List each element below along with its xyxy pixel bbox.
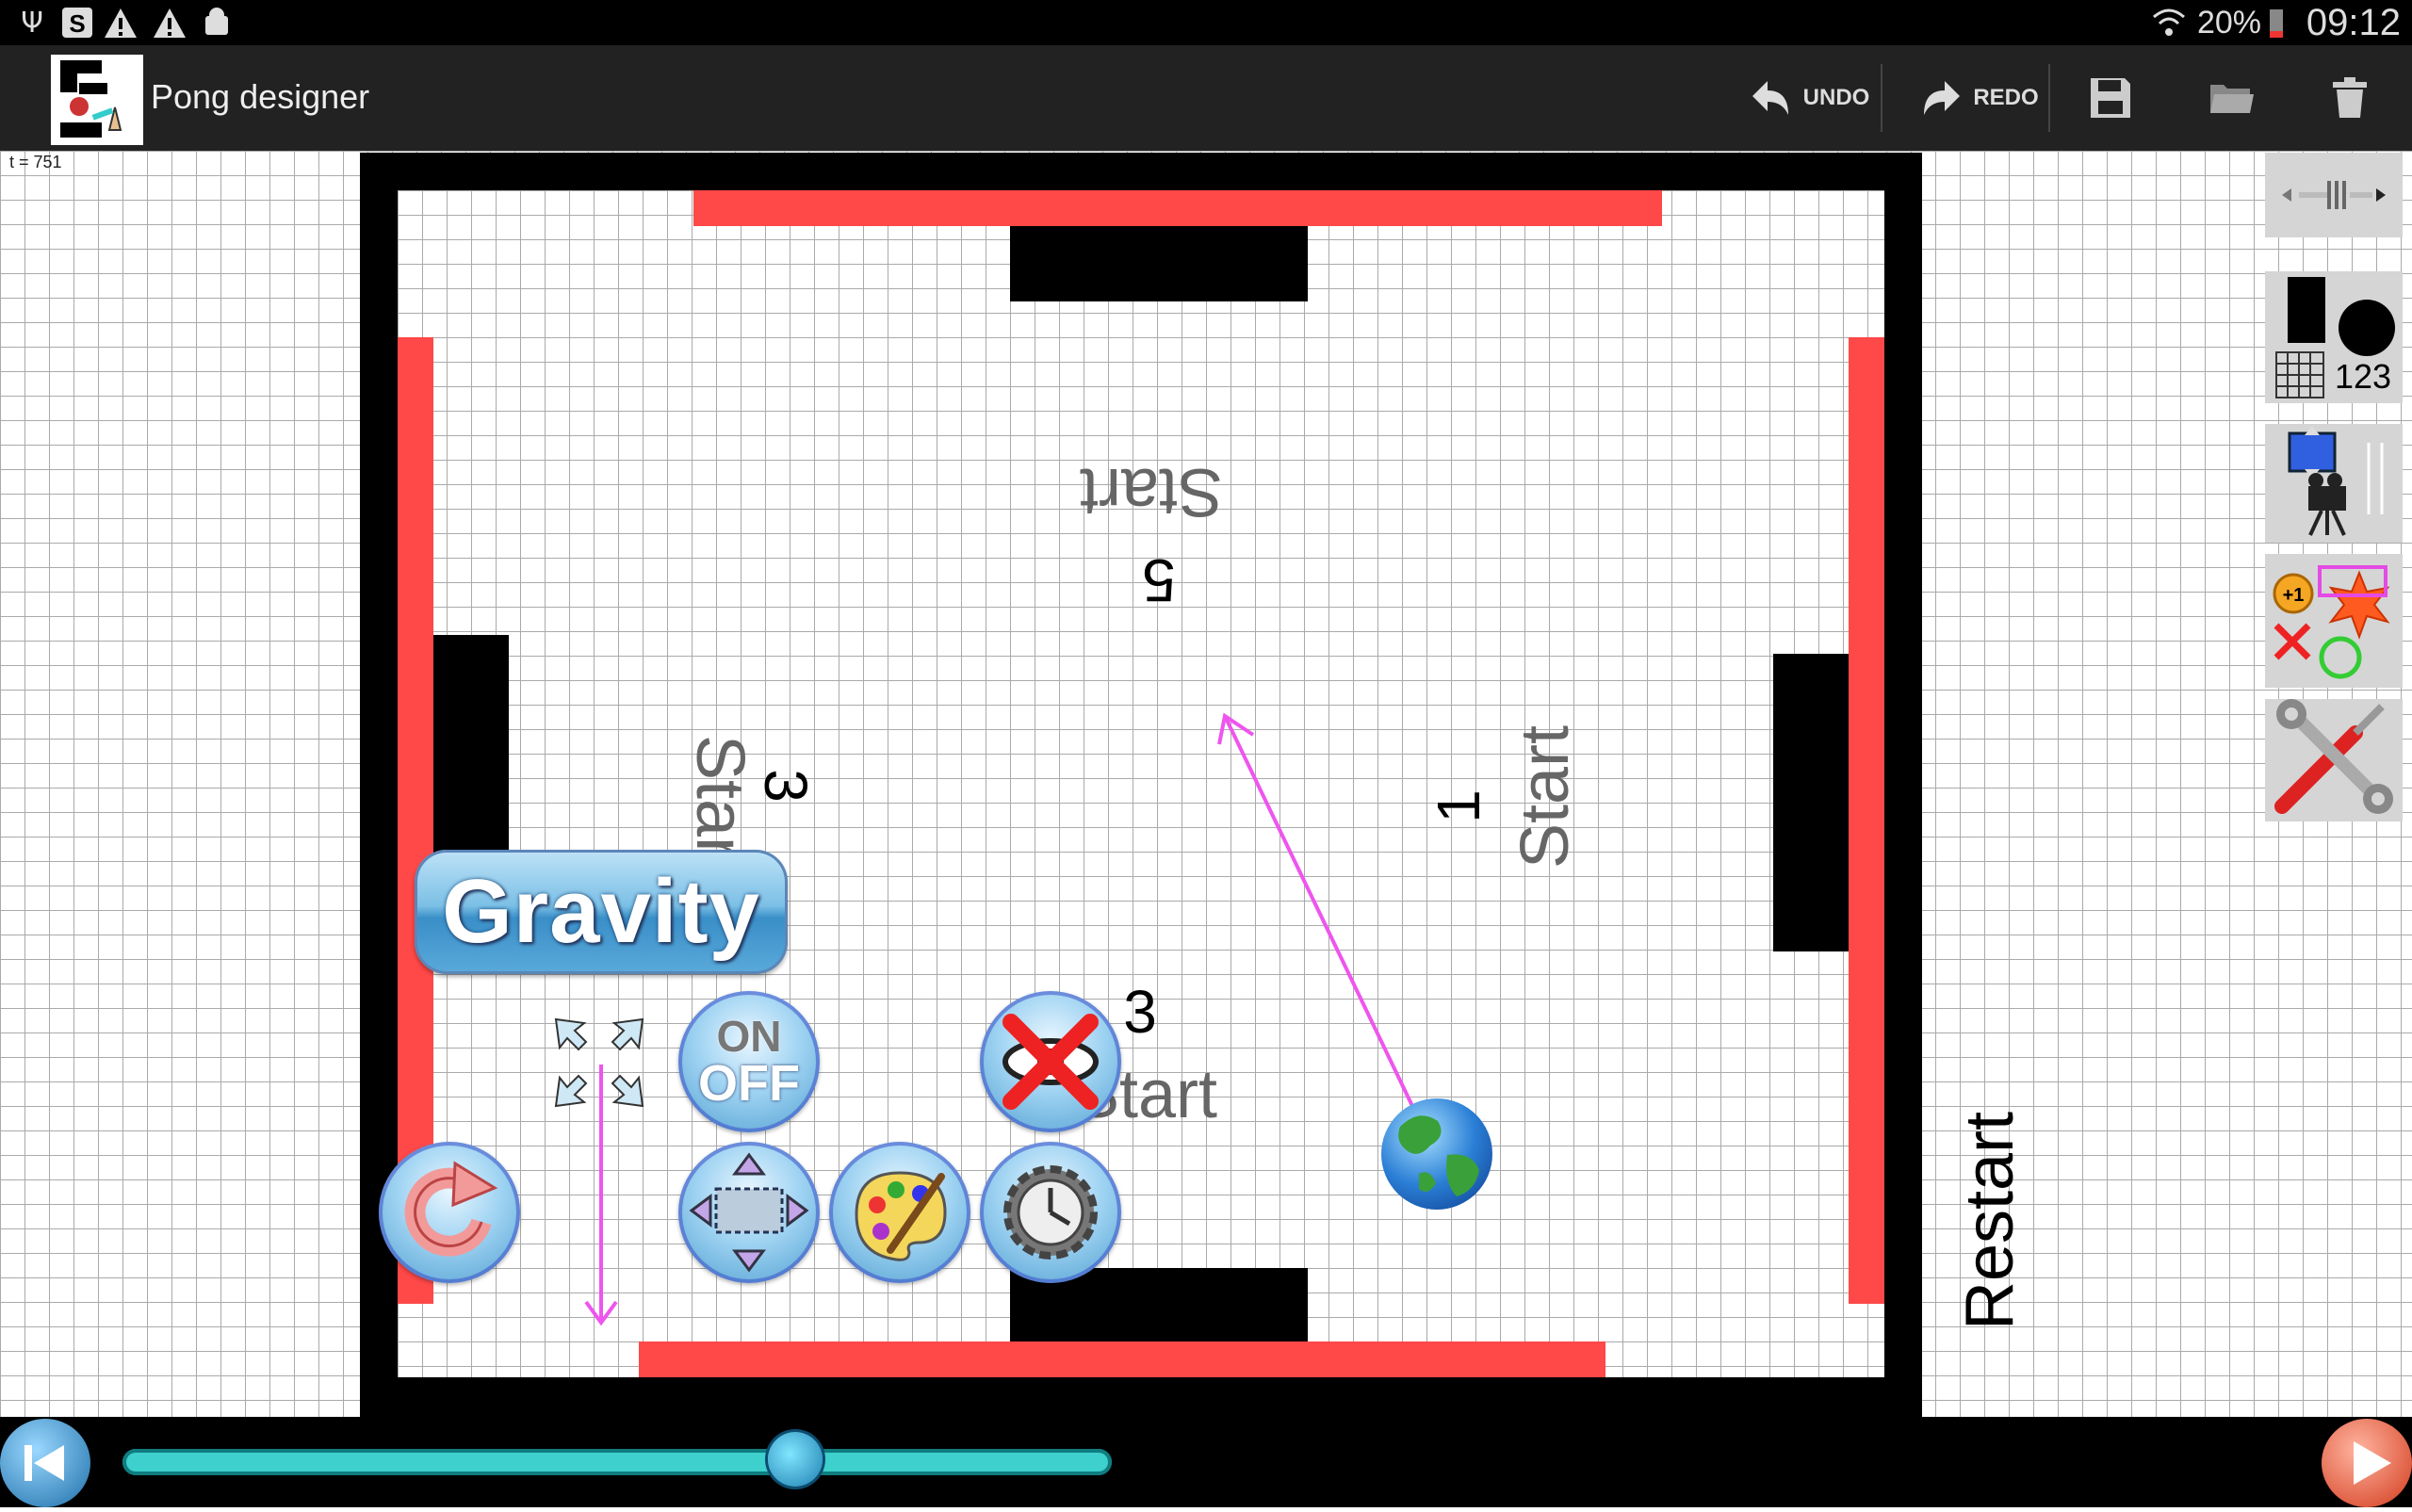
timeline-track[interactable] (122, 1449, 1112, 1475)
board-text-layer: Start 5 Start 3 Start 1 Start 3 Restart (584, 454, 2028, 1330)
rewind-button[interactable] (0, 1419, 90, 1507)
hide-eye-icon (1002, 1014, 1099, 1110)
score-right: 1 (1425, 789, 1492, 823)
shapes-number-label: 123 (2335, 357, 2391, 396)
play-icon (2354, 1441, 2391, 1485)
on-off-toggle[interactable]: ON OFF (678, 991, 820, 1132)
rules-tool[interactable]: +1 (2265, 554, 2403, 688)
camera-move-tool[interactable] (2265, 424, 2403, 543)
move-button[interactable] (678, 1142, 820, 1283)
settings-tool[interactable] (2265, 699, 2403, 821)
move-arrows-icon (689, 1152, 809, 1273)
expand-arrows-icon[interactable] (550, 1014, 648, 1112)
off-label: OFF (698, 1055, 800, 1112)
hide-object-button[interactable] (980, 991, 1121, 1132)
toolbox: 123 +1 (2265, 153, 2403, 821)
wrench-screwdriver-icon (2274, 699, 2393, 814)
rules-badge: +1 (2283, 585, 2305, 606)
score-left: 3 (752, 769, 820, 803)
rotate-button[interactable] (379, 1142, 520, 1283)
start-text-right[interactable]: Start (1508, 725, 1583, 869)
gravity-button[interactable]: Gravity (415, 850, 788, 974)
timeline-thumb[interactable] (768, 1432, 823, 1487)
on-label: ON (716, 1012, 782, 1061)
toolbox-scroll-handle[interactable] (2265, 153, 2403, 237)
rules-icon: +1 (2273, 565, 2390, 679)
score-bottom: 3 (1123, 978, 1157, 1046)
color-palette-button[interactable] (829, 1142, 970, 1283)
skip-back-icon (24, 1445, 64, 1481)
palette-icon (855, 1171, 947, 1261)
play-button[interactable] (2322, 1419, 2412, 1507)
rotate-icon (404, 1161, 498, 1257)
score-top: 5 (1142, 546, 1176, 614)
shapes-icon: 123 (2275, 277, 2395, 398)
velocity-arrow[interactable] (1223, 715, 1438, 1156)
ball-globe[interactable] (1381, 1098, 1492, 1210)
timer-button[interactable] (980, 1142, 1121, 1283)
globe-icon (1398, 1115, 1479, 1196)
start-text-top[interactable]: Start (1080, 454, 1223, 529)
clock-gear-icon (1003, 1165, 1098, 1260)
camera-move-icon (2288, 426, 2384, 536)
restart-text[interactable]: Restart (1952, 1112, 2028, 1330)
shapes-tool[interactable]: 123 (2265, 271, 2403, 403)
